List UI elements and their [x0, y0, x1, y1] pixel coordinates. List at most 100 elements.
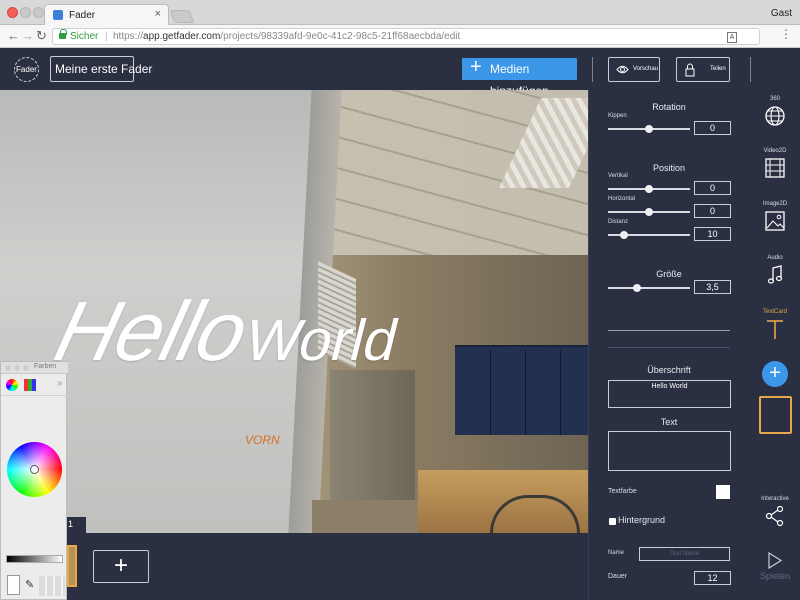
tilt-input[interactable]: 0 — [694, 121, 731, 135]
color-wheel-icon[interactable] — [6, 379, 18, 391]
asset-label: Audio — [767, 255, 783, 261]
picker-minimize-button[interactable] — [14, 365, 20, 371]
properties-panel: Rotation Kippen 0 Position Vertikal 0 Ho… — [588, 90, 750, 600]
back-arrow-icon[interactable]: ← — [7, 28, 20, 44]
translate-icon[interactable]: A — [727, 32, 737, 43]
play-label[interactable]: Spielen — [750, 571, 800, 581]
browser-tab-fader[interactable]: Fader × — [44, 4, 169, 25]
duration-input[interactable]: 12 — [694, 571, 731, 585]
distance-slider-knob[interactable] — [620, 231, 629, 239]
vertical-slider[interactable] — [608, 185, 690, 193]
brightness-slider[interactable] — [6, 555, 63, 563]
browser-menu-icon[interactable]: ⋮ — [780, 27, 792, 41]
scene-cabinets — [455, 345, 588, 435]
color-picker-modes: » — [1, 374, 68, 396]
distance-slider[interactable] — [608, 231, 690, 239]
tilt-slider[interactable] — [608, 125, 690, 133]
text-color-swatch[interactable] — [716, 485, 730, 499]
heading-input[interactable]: Hello World — [608, 380, 731, 408]
selected-textcard-slot[interactable] — [759, 396, 792, 434]
cabinet-seam — [525, 350, 526, 435]
section-divider — [608, 347, 730, 348]
profile-name[interactable]: Gast — [771, 8, 792, 19]
horizontal-slider[interactable] — [608, 208, 690, 216]
clip-thumbnail[interactable] — [67, 545, 77, 587]
forward-arrow-icon[interactable]: → — [21, 28, 34, 44]
current-color-swatch[interactable] — [7, 575, 20, 595]
size-slider[interactable] — [608, 284, 690, 292]
asset-image2d[interactable]: Image2D — [750, 201, 800, 232]
picker-zoom-button[interactable] — [23, 365, 29, 371]
browser-tab-strip: Fader × Gast — [0, 0, 800, 25]
name-label: Name — [608, 550, 625, 556]
text-input[interactable] — [608, 431, 731, 471]
add-clip-button[interactable]: + — [93, 550, 149, 583]
textcard-line-2: World — [238, 308, 406, 373]
cabinet-seam — [490, 350, 491, 435]
size-input[interactable]: 3,5 — [694, 280, 731, 294]
fader-logo[interactable]: Fader — [14, 57, 39, 82]
color-wheel-handle[interactable] — [30, 465, 39, 474]
new-tab-button[interactable] — [169, 10, 195, 23]
tilt-label: Kippen — [608, 113, 627, 119]
color-palette-icon[interactable] — [24, 379, 36, 391]
header-spacer — [668, 57, 669, 82]
music-note-icon — [767, 265, 783, 284]
duration-label: Dauer — [608, 573, 628, 580]
distance-input[interactable]: 10 — [694, 227, 731, 241]
asset-interactive[interactable]: Interactive — [750, 496, 800, 527]
asset-label: TextCard — [762, 309, 787, 315]
fader-favicon-icon — [53, 10, 63, 20]
project-name-field[interactable]: Meine erste Fader — [50, 56, 152, 82]
lock-outline-icon — [685, 63, 695, 77]
asset-video2d[interactable]: Video2D — [750, 148, 800, 179]
clip-number-tab[interactable]: 1 — [67, 517, 86, 533]
vertical-label: Vertikal — [608, 173, 628, 179]
section-divider — [608, 330, 730, 331]
saved-swatches[interactable] — [39, 576, 65, 596]
text-title: Text — [660, 417, 678, 427]
window-zoom-button[interactable] — [33, 7, 44, 18]
share-nodes-icon — [765, 505, 784, 527]
hello-world-textcard[interactable]: Hello World — [46, 283, 411, 380]
textcard-line-1: Hello — [46, 284, 257, 378]
window-minimize-button[interactable] — [20, 7, 31, 18]
front-direction-label: VORN — [245, 433, 280, 447]
asset-label: Interactive — [761, 496, 789, 502]
distance-label: Distanz — [608, 219, 629, 225]
color-wheel[interactable] — [7, 442, 62, 497]
address-bar[interactable]: Sicher | https://app.getfader.com/projec… — [52, 28, 760, 45]
size-slider-knob[interactable] — [632, 284, 641, 292]
color-picker-panel[interactable]: Farben » ✎ — [0, 361, 68, 600]
horizontal-slider-knob[interactable] — [645, 208, 653, 216]
asset-audio[interactable]: Audio — [750, 255, 800, 286]
heading-title: Überschrift — [647, 365, 691, 375]
preview-button[interactable]: Vorschau — [608, 57, 660, 82]
chevron-right-icon[interactable]: » — [57, 378, 63, 389]
picker-close-button[interactable] — [5, 365, 11, 371]
add-asset-button[interactable]: + — [762, 361, 788, 387]
globe-icon — [765, 106, 785, 126]
reload-icon[interactable]: ↻ — [36, 28, 47, 44]
app-header: Fader Meine erste Fader + Medien hinzufü… — [0, 48, 800, 98]
background-checkbox[interactable] — [609, 518, 616, 525]
window-close-button[interactable] — [7, 7, 18, 18]
asset-360[interactable]: 360 — [750, 96, 800, 127]
horizontal-input[interactable]: 0 — [694, 204, 731, 218]
add-media-button[interactable]: + Medien hinzufügen — [462, 56, 577, 98]
vertical-slider-knob[interactable] — [645, 185, 653, 193]
header-divider-right — [750, 57, 751, 82]
browser-toolbar: ← → ↻ Sicher | https://app.getfader.com/… — [0, 25, 800, 48]
tilt-slider-knob[interactable] — [645, 125, 653, 133]
share-label: Teilen — [710, 66, 726, 72]
name-input[interactable]: Text Name — [639, 547, 730, 561]
tab-close-icon[interactable]: × — [155, 8, 161, 20]
play-icon[interactable] — [768, 552, 782, 569]
vertical-input[interactable]: 0 — [694, 181, 731, 195]
eyedropper-icon[interactable]: ✎ — [25, 578, 34, 591]
color-picker-titlebar[interactable]: Farben — [1, 362, 68, 374]
background-label: Hintergrund — [618, 515, 666, 525]
share-button[interactable]: Teilen — [676, 57, 730, 82]
asset-textcard[interactable]: TextCard — [750, 309, 800, 340]
timeline: 1 + — [67, 517, 588, 600]
